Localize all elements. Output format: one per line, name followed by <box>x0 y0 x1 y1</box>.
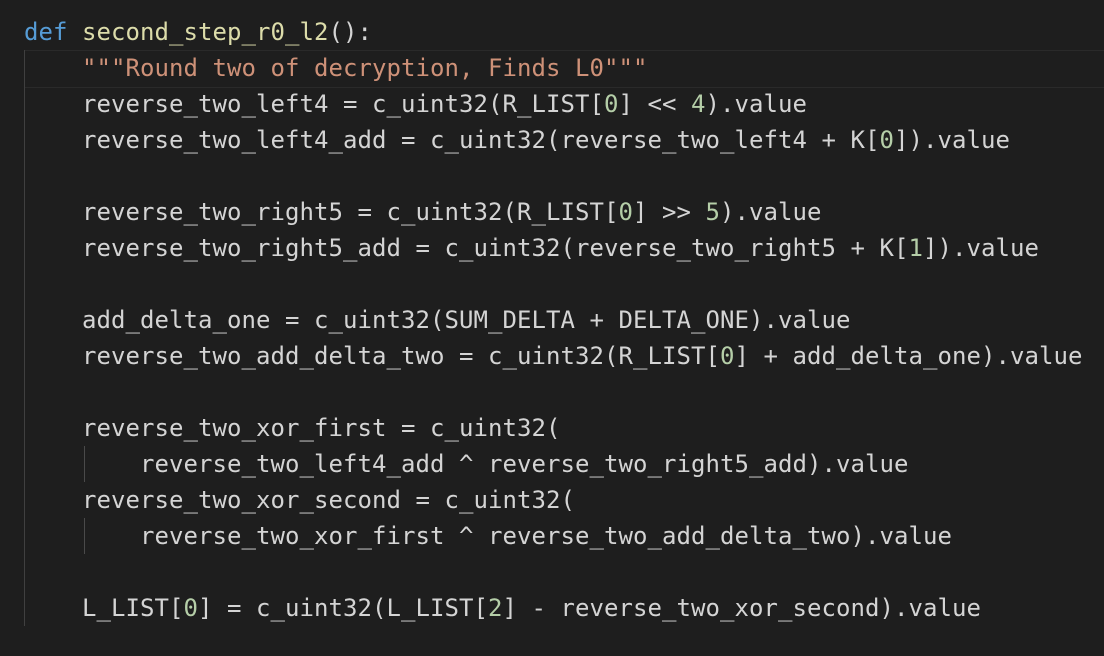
code-line-3[interactable]: reverse_two_left4 = c_uint32(R_LIST[0] <… <box>24 86 807 122</box>
number-literal: 0 <box>603 90 619 118</box>
code-text: ] + add_delta_one).value <box>734 342 1083 370</box>
code-line-4[interactable]: reverse_two_left4_add = c_uint32(reverse… <box>24 122 1010 158</box>
code-line-14[interactable]: reverse_two_xor_second = c_uint32( <box>24 482 575 518</box>
function-name: second_step_r0_l2 <box>82 18 329 46</box>
code-text: reverse_two_xor_first ^ reverse_two_add_… <box>140 522 952 550</box>
code-text: reverse_two_left4_add = c_uint32(reverse… <box>82 126 880 154</box>
code-text: add_delta_one = c_uint32(SUM_DELTA + DEL… <box>82 306 851 334</box>
code-text: ] - reverse_two_xor_second).value <box>502 594 981 622</box>
docstring: """Round two of decryption, Finds L0""" <box>82 54 648 82</box>
code-line-15[interactable]: reverse_two_xor_first ^ reverse_two_add_… <box>24 518 952 554</box>
code-text: reverse_two_left4_add ^ reverse_two_righ… <box>140 450 909 478</box>
code-line-1[interactable]: def second_step_r0_l2(): <box>24 14 372 50</box>
number-literal: 5 <box>705 198 720 226</box>
code-text: reverse_two_xor_second = c_uint32( <box>82 486 575 514</box>
number-literal: 1 <box>908 234 923 262</box>
code-line-10[interactable]: reverse_two_add_delta_two = c_uint32(R_L… <box>24 338 1082 374</box>
number-literal: 4 <box>690 90 706 118</box>
code-text: reverse_two_right5 = c_uint32(R_LIST[ <box>82 198 619 226</box>
code-text: L_LIST[ <box>82 594 184 622</box>
code-line-6[interactable]: reverse_two_right5 = c_uint32(R_LIST[0] … <box>24 194 821 230</box>
code-text: ]).value <box>922 234 1039 262</box>
number-literal: 0 <box>183 594 198 622</box>
number-literal: 0 <box>879 126 894 154</box>
code-text: ] << <box>618 90 691 118</box>
code-text: reverse_two_xor_first = c_uint32( <box>82 414 561 442</box>
code-text: ).value <box>705 90 807 118</box>
code-line-7[interactable]: reverse_two_right5_add = c_uint32(revers… <box>24 230 1039 266</box>
number-literal: 0 <box>719 342 735 370</box>
code-text: ] >> <box>632 198 706 226</box>
code-text: (): <box>328 18 372 46</box>
code-line-12[interactable]: reverse_two_xor_first = c_uint32( <box>24 410 560 446</box>
code-text: ]).value <box>893 126 1010 154</box>
code-text: reverse_two_add_delta_two = c_uint32(R_L… <box>82 342 720 370</box>
code-line-17[interactable]: L_LIST[0] = c_uint32(L_LIST[2] - reverse… <box>24 590 981 626</box>
code-text: ] = c_uint32(L_LIST[ <box>198 594 488 622</box>
code-line-2[interactable]: """Round two of decryption, Finds L0""" <box>24 50 647 86</box>
code-line-13[interactable]: reverse_two_left4_add ^ reverse_two_righ… <box>24 446 908 482</box>
number-literal: 0 <box>618 198 633 226</box>
number-literal: 2 <box>487 594 503 622</box>
code-line-9[interactable]: add_delta_one = c_uint32(SUM_DELTA + DEL… <box>24 302 850 338</box>
code-text: reverse_two_right5_add = c_uint32(revers… <box>82 234 909 262</box>
code-editor[interactable]: def second_step_r0_l2(): """Round two of… <box>0 0 1104 656</box>
code-text: ).value <box>719 198 822 226</box>
keyword-def: def <box>24 18 68 46</box>
code-text: reverse_two_left4 = c_uint32(R_LIST[ <box>82 90 604 118</box>
